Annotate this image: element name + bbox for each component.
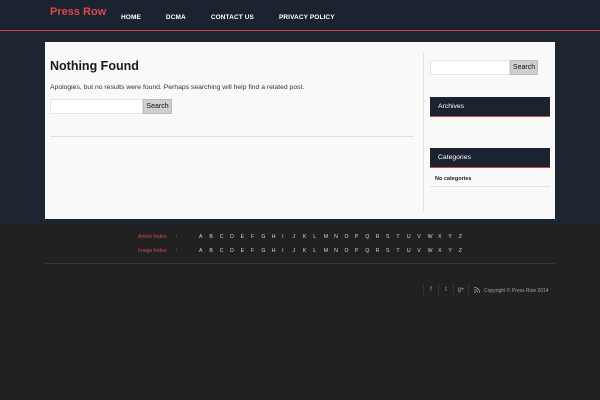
categories-empty-text: No categories [435,176,472,182]
widget-title-categories: Categories [430,148,550,168]
search-button[interactable]: Search [143,99,172,114]
image-letter-t[interactable]: T [396,248,406,254]
image-letter-y[interactable]: Y [448,248,458,254]
index-letter-b[interactable]: B [209,234,219,240]
sidebar-search-input[interactable] [430,60,510,75]
image-index-letters: A B C D E F G H I J K L M N O P Q R S T … [199,248,469,254]
index-letter-p[interactable]: P [355,234,365,240]
article-index-letters: A B C D E F G H I J K L M N O P Q R S T … [199,234,469,240]
index-letter-o[interactable]: O [344,234,354,240]
article-index-row: Article Index : A B C D E F G H I J K L … [0,234,600,244]
index-letter-m[interactable]: M [324,234,334,240]
index-separator: : [176,248,178,254]
index-letter-c[interactable]: C [220,234,230,240]
image-letter-q[interactable]: Q [365,248,375,254]
index-letter-k[interactable]: K [303,234,313,240]
image-index-row: Image Index : A B C D E F G H I J K L M … [0,248,600,258]
index-letter-t[interactable]: T [396,234,406,240]
twitter-icon[interactable]: t [439,287,453,296]
index-letter-s[interactable]: S [386,234,396,240]
image-letter-j[interactable]: J [293,248,303,254]
image-letter-u[interactable]: U [407,248,417,254]
index-letter-z[interactable]: Z [459,234,469,240]
nav-dcma[interactable]: DCMA [166,14,186,21]
page-title: Nothing Found [50,59,139,73]
image-letter-e[interactable]: E [241,248,251,254]
index-letter-e[interactable]: E [241,234,251,240]
sidebar-search-button[interactable]: Search [510,60,538,75]
index-letter-r[interactable]: R [376,234,386,240]
content-divider [50,136,414,137]
index-letter-j[interactable]: J [293,234,303,240]
widget-divider [430,186,550,187]
index-letter-i[interactable]: I [282,234,292,240]
image-letter-s[interactable]: S [386,248,396,254]
index-letter-q[interactable]: Q [365,234,375,240]
index-letter-v[interactable]: V [417,234,427,240]
index-letter-n[interactable]: N [334,234,344,240]
nav-contact-us[interactable]: CONTACT US [211,14,254,21]
footer-divider [45,263,555,264]
image-letter-i[interactable]: I [282,248,292,254]
image-letter-l[interactable]: L [313,248,323,254]
image-letter-f[interactable]: F [251,248,261,254]
image-letter-m[interactable]: M [324,248,334,254]
image-letter-k[interactable]: K [303,248,313,254]
google-plus-icon[interactable]: g+ [454,287,468,296]
index-letter-x[interactable]: X [438,234,448,240]
main-nav: HOME DCMA CONTACT US PRIVACY POLICY [121,14,360,21]
image-letter-g[interactable]: G [261,248,271,254]
image-letter-x[interactable]: X [438,248,448,254]
image-letter-z[interactable]: Z [459,248,469,254]
rss-icon[interactable] [470,287,484,296]
index-letter-d[interactable]: D [230,234,240,240]
main-panel: Nothing Found Apologies, but no results … [45,42,555,219]
index-letter-f[interactable]: F [251,234,261,240]
index-letter-a[interactable]: A [199,234,209,240]
nav-home[interactable]: HOME [121,14,141,21]
no-results-message: Apologies, but no results were found. Pe… [50,84,305,91]
copyright-text: Copyright © Press Row 2014 [484,288,549,294]
facebook-icon[interactable]: f [424,287,438,296]
index-letter-l[interactable]: L [313,234,323,240]
image-letter-d[interactable]: D [230,248,240,254]
sidebar-divider [423,52,424,212]
image-letter-r[interactable]: R [376,248,386,254]
index-separator: : [176,234,178,240]
nav-privacy-policy[interactable]: PRIVACY POLICY [279,14,335,21]
image-letter-v[interactable]: V [417,248,427,254]
article-index-label: Article Index [138,234,167,240]
index-letter-u[interactable]: U [407,234,417,240]
rss-icon-glyph [474,287,480,293]
index-letter-w[interactable]: W [428,234,438,240]
widget-title-archives: Archives [430,97,550,117]
site-logo[interactable]: Press Row [50,6,106,18]
image-letter-w[interactable]: W [428,248,438,254]
index-letter-g[interactable]: G [261,234,271,240]
site-header: Press Row HOME DCMA CONTACT US PRIVACY P… [0,0,600,31]
image-letter-o[interactable]: O [344,248,354,254]
image-letter-h[interactable]: H [272,248,282,254]
image-letter-a[interactable]: A [199,248,209,254]
index-letter-y[interactable]: Y [448,234,458,240]
image-letter-b[interactable]: B [209,248,219,254]
social-separator [468,283,469,297]
bottom-bar [0,283,600,400]
image-letter-c[interactable]: C [220,248,230,254]
search-input[interactable] [50,99,143,114]
image-letter-n[interactable]: N [334,248,344,254]
image-index-label: Image Index [138,248,167,254]
index-letter-h[interactable]: H [272,234,282,240]
image-letter-p[interactable]: P [355,248,365,254]
